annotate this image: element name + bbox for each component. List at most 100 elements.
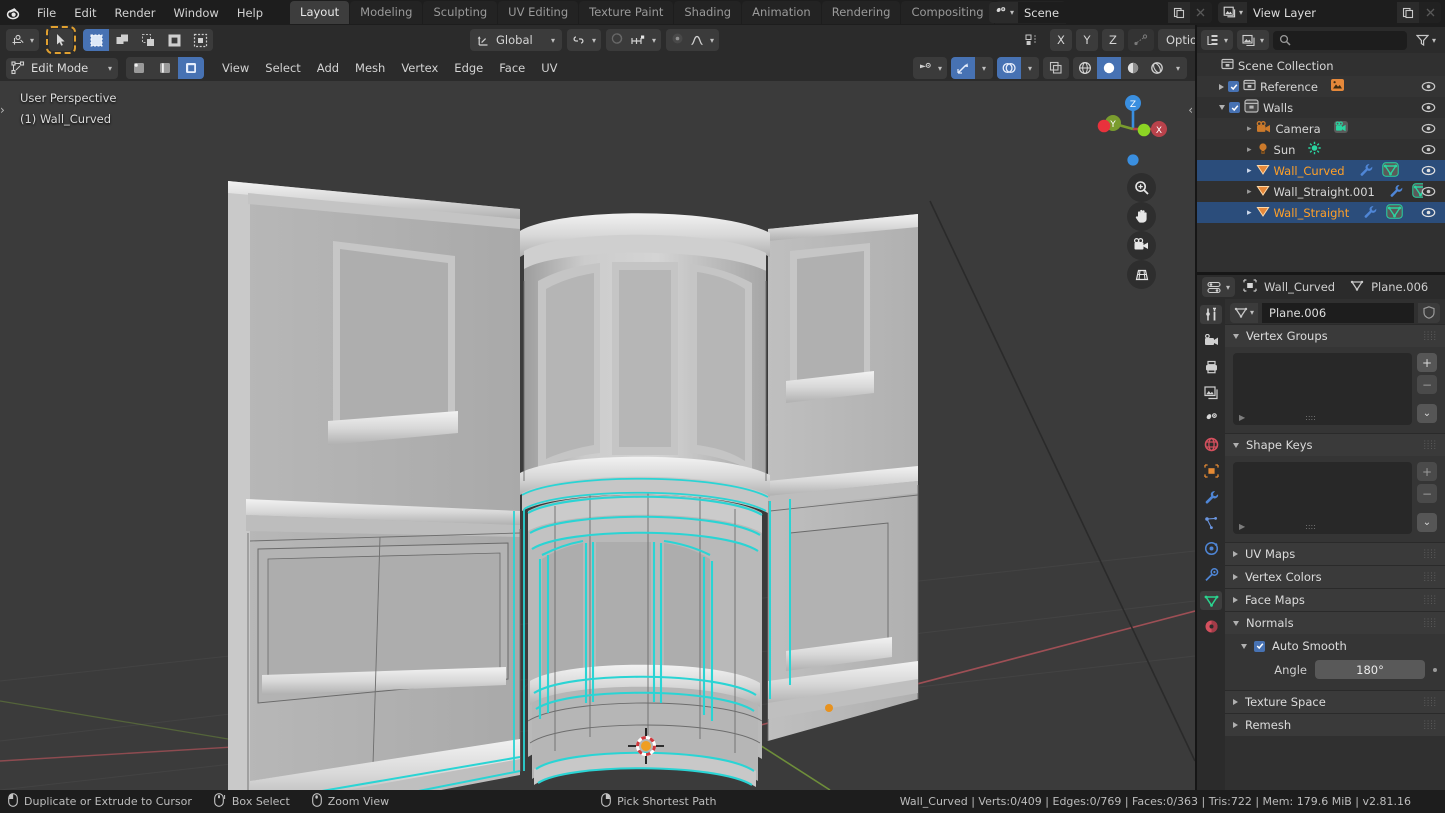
view-layer-icon[interactable]: ▾ (1217, 2, 1247, 23)
hide-toggle-icon[interactable] (1421, 76, 1436, 97)
workspace-tab-modeling[interactable]: Modeling (350, 1, 423, 24)
mesh-data-icon[interactable] (1381, 161, 1399, 180)
animate-property-icon[interactable] (1433, 667, 1437, 672)
panel-header-remesh[interactable]: Remesh :::::::: (1225, 713, 1445, 736)
workspace-tab-shading[interactable]: Shading (674, 1, 742, 24)
unlink-scene-button[interactable] (1189, 2, 1212, 23)
interaction-mode-dropdown[interactable]: Edit Mode ▾ (6, 57, 118, 79)
viewport-menu-select[interactable]: Select (257, 58, 308, 78)
fake-user-shield-icon[interactable] (1418, 302, 1440, 323)
show-gizmo-icon[interactable] (951, 57, 975, 79)
select-subtract-mode[interactable] (135, 29, 162, 51)
outliner-row-sun[interactable]: ▸ Sun (1197, 139, 1445, 160)
mirror-x-toggle[interactable]: X (1050, 29, 1072, 51)
visibility-dropdown[interactable]: ▾ (912, 57, 947, 79)
panel-header-normals[interactable]: Normals :::::::: (1225, 611, 1445, 634)
vertex-select-icon[interactable] (126, 57, 152, 79)
remove-shape-key-button[interactable]: − (1417, 484, 1437, 503)
panel-header-vertex-groups[interactable]: Vertex Groups :::::::: (1225, 324, 1445, 347)
properties-tab-particles[interactable] (1200, 513, 1222, 532)
editor-type-selector[interactable]: ▾ (6, 29, 40, 51)
pan-icon[interactable] (1127, 202, 1156, 231)
camera-data-icon[interactable] (1333, 120, 1349, 137)
properties-tab-view-layer[interactable] (1200, 383, 1222, 402)
shading-material-preview-icon[interactable] (1121, 57, 1145, 79)
hide-toggle-icon[interactable] (1421, 118, 1436, 139)
show-overlays-icon[interactable] (997, 57, 1021, 79)
modifier-icon[interactable] (1389, 184, 1404, 200)
viewport-menu-edge[interactable]: Edge (446, 58, 491, 78)
vertex-groups-list[interactable]: ▶ :::: (1233, 353, 1412, 425)
viewport-menu-face[interactable]: Face (491, 58, 533, 78)
menu-render[interactable]: Render (106, 3, 165, 23)
mirror-options-icon[interactable] (1020, 29, 1046, 51)
viewport-menu-uv[interactable]: UV (533, 58, 565, 78)
properties-tab-render[interactable] (1200, 331, 1222, 350)
view-layer-name[interactable]: View Layer (1247, 2, 1397, 23)
hide-toggle-icon[interactable] (1421, 160, 1436, 181)
outliner-row-wall-straight[interactable]: ▸ Wall_Straight (1197, 202, 1445, 223)
panel-collapse-icon[interactable] (1233, 442, 1239, 448)
viewport-menu-mesh[interactable]: Mesh (347, 58, 393, 78)
panel-expand-icon[interactable] (1233, 699, 1238, 705)
remove-vertex-group-button[interactable]: − (1417, 375, 1437, 394)
panel-expand-icon[interactable] (1233, 597, 1238, 603)
shading-solid-icon[interactable] (1097, 57, 1121, 79)
image-icon[interactable] (1330, 78, 1345, 95)
mesh-datablock-icon[interactable]: ▾ (1230, 302, 1259, 323)
properties-tab-object[interactable] (1200, 461, 1222, 480)
properties-tab-scene[interactable] (1200, 409, 1222, 428)
workspace-tab-texture-paint[interactable]: Texture Paint (579, 1, 674, 24)
blender-logo-icon[interactable] (0, 0, 28, 25)
edge-select-icon[interactable] (152, 57, 178, 79)
face-select-icon[interactable] (178, 57, 204, 79)
properties-tab-modifiers[interactable] (1200, 487, 1222, 506)
new-view-layer-button[interactable] (1397, 2, 1419, 23)
outliner-editor-type-selector[interactable]: ▾ (1201, 30, 1234, 50)
list-expand-icon[interactable]: ▶ (1239, 522, 1245, 531)
tool-select-box[interactable] (46, 26, 77, 54)
xray-toggle-icon[interactable] (1043, 57, 1069, 79)
properties-tab-tool[interactable] (1200, 305, 1222, 324)
camera-icon[interactable] (1127, 231, 1156, 260)
view-layer-selector[interactable]: ▾ View Layer (1217, 2, 1441, 23)
expand-arrow-icon[interactable] (1219, 83, 1224, 90)
menu-window[interactable]: Window (164, 3, 227, 23)
auto-smooth-checkbox[interactable] (1254, 640, 1265, 652)
properties-editor-type-selector[interactable]: ▾ (1202, 277, 1236, 297)
panel-header-texture-space[interactable]: Texture Space :::::::: (1225, 690, 1445, 713)
select-set-mode[interactable] (83, 29, 110, 51)
menu-file[interactable]: File (28, 3, 65, 23)
panel-header-uv-maps[interactable]: UV Maps :::::::: (1225, 542, 1445, 565)
outliner-row-wall-straight-001[interactable]: ▸ Wall_Straight.001 (1197, 181, 1445, 202)
viewport-menu-add[interactable]: Add (309, 58, 347, 78)
outliner-row-camera[interactable]: ▸ Camera (1197, 118, 1445, 139)
3d-viewport[interactable]: User Perspective (1) Wall_Curved › ‹ Z X… (0, 81, 1195, 790)
breadcrumb-object[interactable]: Wall_Curved (1264, 280, 1335, 294)
mirror-y-toggle[interactable]: Y (1076, 29, 1098, 51)
outliner-display-mode-dropdown[interactable]: ▾ (1237, 30, 1270, 50)
datablock-name-input[interactable]: Plane.006 (1262, 302, 1414, 323)
workspace-tab-animation[interactable]: Animation (742, 1, 821, 24)
properties-tab-object-data[interactable] (1200, 591, 1222, 610)
vertex-group-specials-menu[interactable]: ⌄ (1417, 404, 1437, 423)
menu-edit[interactable]: Edit (65, 3, 105, 23)
outliner-row-walls[interactable]: Walls (1197, 97, 1445, 118)
workspace-tab-sculpting[interactable]: Sculpting (423, 1, 498, 24)
shading-dropdown[interactable]: ▾ (1169, 57, 1187, 79)
properties-tab-constraints[interactable] (1200, 565, 1222, 584)
shading-wireframe-icon[interactable] (1073, 57, 1097, 79)
hide-toggle-icon[interactable] (1421, 202, 1436, 223)
scene-icon[interactable]: ▾ (988, 2, 1018, 23)
properties-tab-material[interactable] (1200, 617, 1222, 636)
hide-toggle-icon[interactable] (1421, 181, 1436, 202)
modifier-icon[interactable] (1359, 163, 1374, 179)
viewport-menu-vertex[interactable]: Vertex (393, 58, 446, 78)
properties-tab-output[interactable] (1200, 357, 1222, 376)
panel-expand-icon[interactable] (1233, 574, 1238, 580)
workspace-tab-layout[interactable]: Layout (290, 1, 350, 24)
outliner-row-scene-collection[interactable]: Scene Collection (1197, 55, 1445, 76)
toolbar-expand-arrow-icon[interactable]: › (0, 103, 5, 117)
workspace-tab-compositing[interactable]: Compositing (901, 1, 994, 24)
mesh-data-icon[interactable] (1386, 203, 1403, 222)
